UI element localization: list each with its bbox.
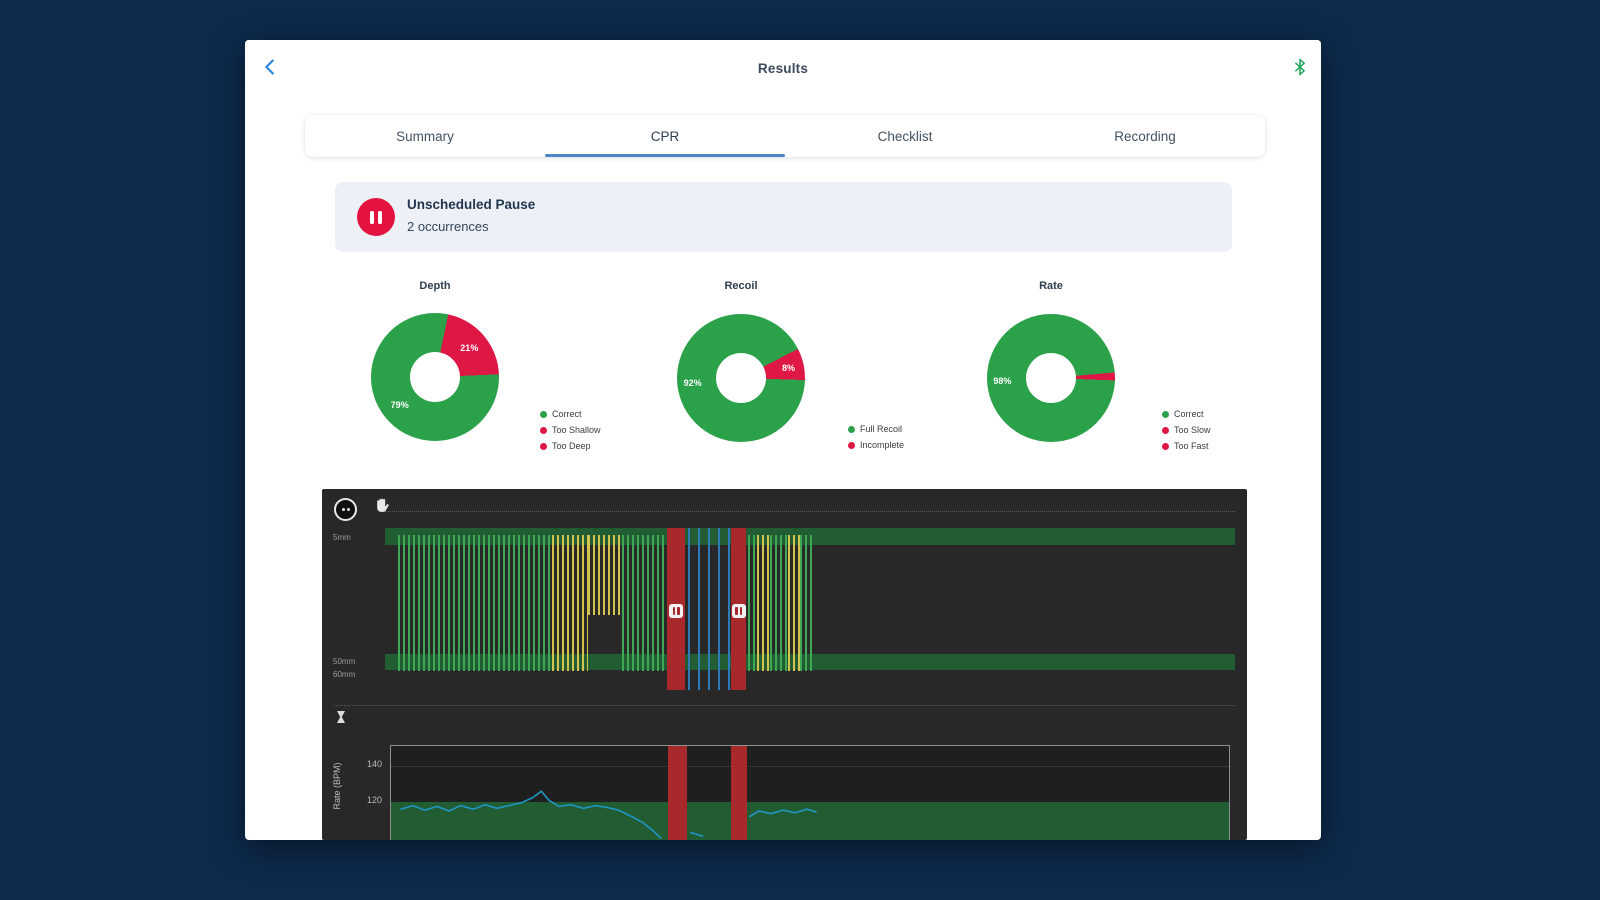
compression-trace-segment bbox=[397, 535, 552, 671]
legend-dot-icon bbox=[540, 410, 547, 418]
rate-tick-120: 120 bbox=[366, 795, 382, 805]
legend-item: Full Recoil bbox=[848, 421, 904, 437]
pause-bar bbox=[667, 528, 686, 690]
recoil-chart-title: Recoil bbox=[724, 280, 758, 292]
pause-bar bbox=[730, 528, 747, 690]
donut-percent-label: 21% bbox=[460, 343, 479, 354]
legend-item: Too Slow bbox=[1162, 422, 1211, 438]
depth-legend: Correct Too Shallow Too Deep bbox=[540, 406, 601, 454]
rate-axis-label: Rate (BPM) bbox=[332, 762, 342, 810]
rate-line-svg bbox=[400, 790, 817, 839]
legend-dot-icon bbox=[1162, 442, 1169, 450]
header: Results bbox=[245, 40, 1321, 96]
tab-cpr[interactable]: CPR bbox=[545, 115, 785, 157]
legend-item: Too Deep bbox=[540, 438, 601, 454]
session-badge-icon bbox=[334, 498, 357, 521]
legend-dot-icon bbox=[1162, 426, 1169, 434]
timeline-dotted-line bbox=[385, 511, 1235, 512]
legend-item: Incomplete bbox=[848, 437, 904, 453]
donut-percent-label: 79% bbox=[390, 399, 409, 410]
page-background: { "window": { "title": "Results" }, "tab… bbox=[0, 0, 1600, 900]
compression-trace-segment bbox=[799, 535, 816, 671]
compression-trace-segment bbox=[757, 535, 771, 671]
legend-item: Too Shallow bbox=[540, 422, 601, 438]
depth-waveform-plot bbox=[385, 528, 1235, 690]
section-divider-dotted-line bbox=[334, 705, 1235, 706]
compression-trace-segment bbox=[551, 535, 589, 671]
pause-icon bbox=[357, 198, 395, 236]
compression-trace-segment bbox=[787, 535, 800, 671]
unscheduled-pause-banner: Unscheduled Pause 2 occurrences bbox=[335, 182, 1232, 252]
tab-bar: Summary CPR Checklist Recording bbox=[305, 115, 1265, 157]
rate-donut-chart: 98% bbox=[987, 314, 1115, 442]
rate-legend: Correct Too Slow Too Fast bbox=[1162, 406, 1211, 454]
donut-percent-label: 98% bbox=[993, 375, 1012, 386]
legend-item: Correct bbox=[540, 406, 601, 422]
tab-summary[interactable]: Summary bbox=[305, 115, 545, 157]
legend-item: Too Fast bbox=[1162, 438, 1211, 454]
hourglass-icon bbox=[335, 710, 347, 729]
alert-title: Unscheduled Pause bbox=[407, 197, 536, 212]
legend-dot-icon bbox=[1162, 410, 1169, 418]
bluetooth-icon[interactable] bbox=[1290, 57, 1312, 79]
tab-checklist[interactable]: Checklist bbox=[785, 115, 1025, 157]
ventilation-markers bbox=[687, 528, 730, 690]
rate-line-chart bbox=[390, 745, 1230, 840]
legend-dot-icon bbox=[848, 425, 855, 433]
depth-axis-target-bottom-label: 60mm bbox=[333, 670, 356, 679]
depth-chart-title: Depth bbox=[419, 280, 451, 292]
legend-dot-icon bbox=[540, 442, 547, 450]
compression-trace-segment bbox=[622, 535, 668, 671]
pause-marker-icon bbox=[731, 604, 746, 618]
cpr-timeline-panel: 5mm 50mm 60mm 140 120 Rate (BPM) bbox=[322, 489, 1247, 840]
tab-recording[interactable]: Recording bbox=[1025, 115, 1265, 157]
donut-percent-label: 8% bbox=[782, 362, 796, 373]
compression-trace-segment bbox=[588, 535, 623, 615]
compression-trace-segment bbox=[747, 535, 758, 671]
donut-percent-label: 92% bbox=[683, 378, 702, 389]
depth-axis-target-top-label: 50mm bbox=[333, 657, 356, 666]
app-window: Results Summary CPR Checklist Recording … bbox=[245, 40, 1321, 840]
hand-compression-icon bbox=[374, 497, 390, 520]
legend-item: Correct bbox=[1162, 406, 1211, 422]
rate-tick-140: 140 bbox=[366, 759, 382, 769]
alert-occurrences: 2 occurrences bbox=[407, 219, 489, 234]
depth-axis-recoil-label: 5mm bbox=[333, 533, 351, 542]
rate-pause-bar bbox=[668, 746, 687, 840]
pause-marker-icon bbox=[669, 604, 684, 618]
rate-pause-bar bbox=[731, 746, 748, 840]
rate-chart-title: Rate bbox=[1039, 280, 1063, 292]
legend-dot-icon bbox=[848, 441, 855, 449]
recoil-donut-chart: 8% 92% bbox=[677, 314, 805, 442]
compression-trace-segment bbox=[770, 535, 788, 671]
depth-donut-chart: 21% 79% bbox=[371, 313, 499, 441]
recoil-legend: Full Recoil Incomplete bbox=[848, 421, 904, 453]
legend-dot-icon bbox=[540, 426, 547, 434]
page-title: Results bbox=[757, 61, 809, 76]
